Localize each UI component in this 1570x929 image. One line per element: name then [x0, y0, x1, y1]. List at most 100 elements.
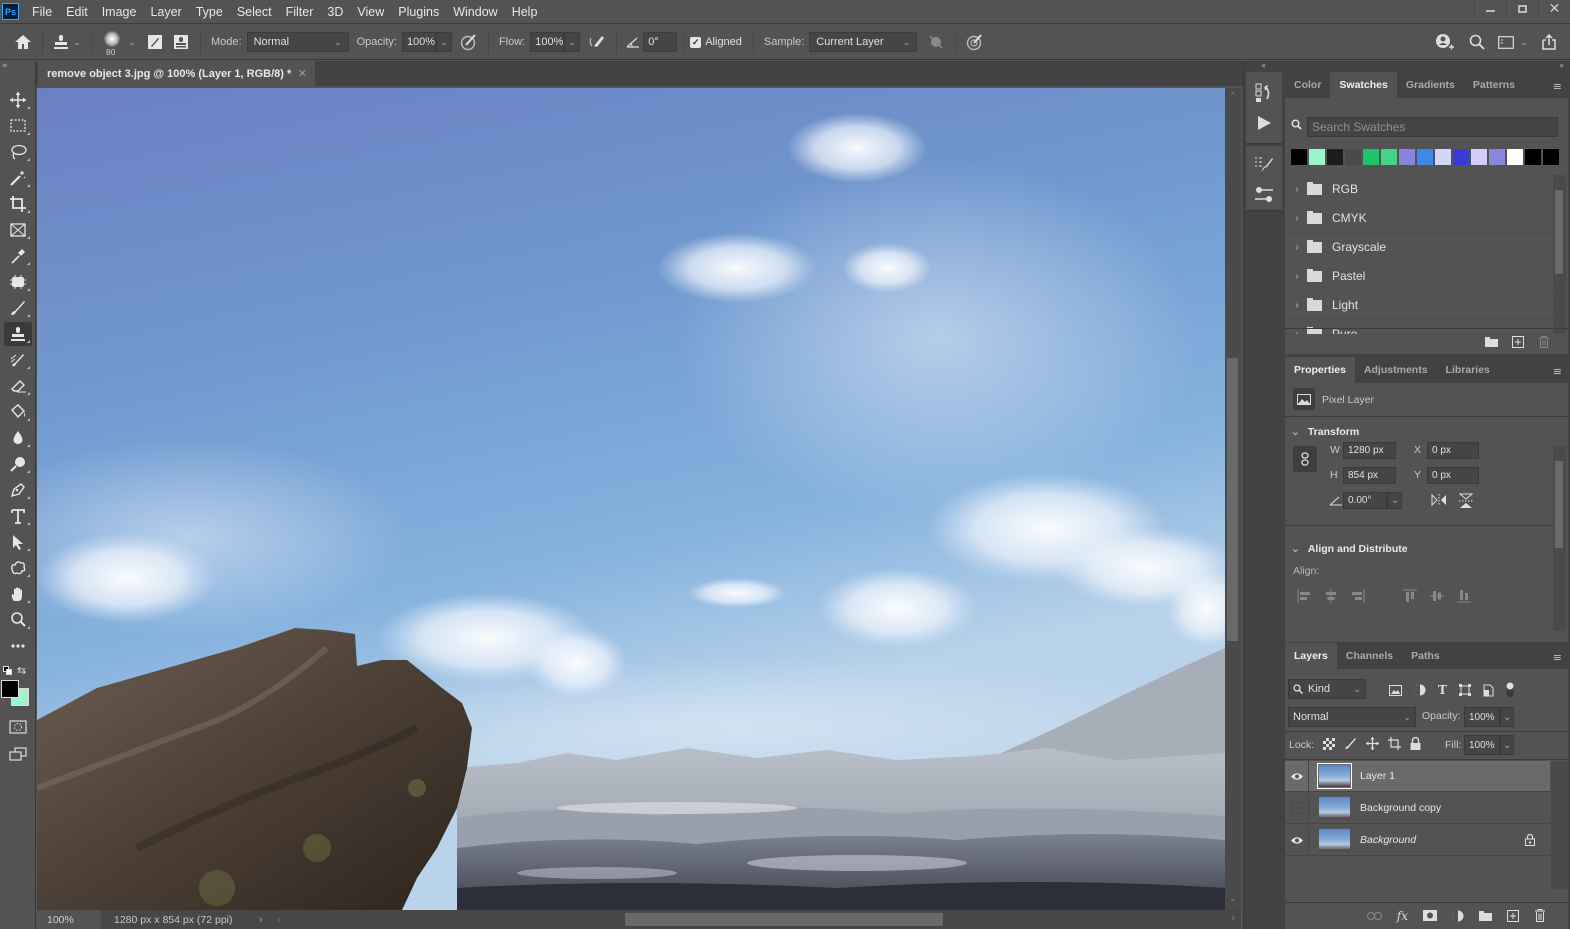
blend-mode-select[interactable]: Normal ⌄ [1288, 707, 1416, 727]
type-tool[interactable] [4, 504, 32, 528]
vertical-scrollbar[interactable]: ⌃ ⌄ [1225, 88, 1241, 910]
height-input[interactable]: 854 px [1343, 467, 1396, 484]
menu-plugins[interactable]: Plugins [391, 0, 446, 24]
quick-mask-button[interactable] [4, 715, 32, 739]
history-panel-button[interactable] [1246, 78, 1282, 108]
color-swatch[interactable] [1525, 149, 1541, 165]
lock-position-button[interactable] [1366, 737, 1379, 750]
filter-smart-objects-button[interactable] [1483, 684, 1494, 697]
clone-stamp-tool[interactable] [4, 322, 32, 346]
layer-row[interactable]: Background copy [1285, 792, 1550, 824]
screen-mode-button[interactable] [4, 742, 32, 766]
filter-toggle-switch[interactable] [1506, 682, 1514, 698]
dodge-tool[interactable] [4, 452, 32, 476]
path-selection-tool[interactable] [4, 530, 32, 554]
brush-tool[interactable] [4, 296, 32, 320]
angle-input[interactable]: 0° [643, 32, 678, 52]
mode-select[interactable]: Normal ⌄ [246, 32, 349, 52]
workspace-button[interactable]: ⌄ [1496, 29, 1530, 55]
share-user-button[interactable] [1432, 29, 1458, 55]
crop-tool[interactable] [4, 192, 32, 216]
new-layer-button[interactable] [1507, 909, 1519, 922]
swap-colors-icon[interactable]: ⇆ [17, 664, 26, 677]
collapse-toolbar-icon[interactable]: » [2, 61, 8, 71]
panel-menu-icon[interactable]: ≡ [1553, 651, 1562, 664]
color-swatch[interactable] [1363, 149, 1379, 165]
add-mask-button[interactable] [1423, 910, 1437, 921]
color-swatch[interactable] [1435, 149, 1451, 165]
align-section-header[interactable]: ⌄ Align and Distribute [1291, 543, 1408, 555]
align-vertical-centers-button[interactable] [1430, 589, 1444, 603]
actions-panel-button[interactable] [1246, 108, 1282, 138]
align-top-edges-button[interactable] [1403, 589, 1417, 603]
document-canvas[interactable] [37, 88, 1225, 910]
align-horizontal-centers-button[interactable] [1324, 589, 1338, 603]
frame-tool[interactable] [4, 218, 32, 242]
lock-transparent-pixels-button[interactable] [1323, 737, 1335, 750]
flip-vertical-button[interactable] [1459, 493, 1473, 509]
minimize-button[interactable] [1474, 0, 1506, 18]
swatch-group[interactable]: › RGB [1287, 175, 1553, 204]
lock-artboard-button[interactable] [1388, 737, 1401, 750]
y-input[interactable]: 0 px [1427, 467, 1479, 484]
new-adjustment-layer-button[interactable] [1452, 910, 1464, 922]
lasso-tool[interactable] [4, 140, 32, 164]
toggle-clone-source-button[interactable] [168, 29, 194, 55]
close-document-icon[interactable]: ✕ [298, 67, 307, 80]
add-layer-style-button[interactable]: fx [1397, 909, 1408, 923]
visibility-toggle[interactable] [1285, 824, 1309, 856]
color-swatch[interactable] [1309, 149, 1325, 165]
color-swatch[interactable] [1507, 149, 1523, 165]
collapse-dock-icon[interactable]: « [1244, 61, 1283, 71]
rectangular-marquee-tool[interactable] [4, 114, 32, 138]
scroll-up-icon[interactable]: ⌃ [1229, 92, 1237, 102]
lock-all-button[interactable] [1410, 737, 1421, 750]
menu-file[interactable]: File [25, 0, 59, 24]
link-layers-button[interactable] [1366, 911, 1382, 920]
layer-opacity-dropdown[interactable]: ⌄ [1500, 707, 1514, 727]
foreground-color-swatch[interactable] [1, 680, 19, 698]
move-tool[interactable] [4, 88, 32, 112]
properties-scrollbar[interactable] [1553, 446, 1566, 631]
menu-3d[interactable]: 3D [320, 0, 350, 24]
flow-input[interactable]: 100% [530, 32, 565, 52]
spot-healing-tool[interactable] [4, 270, 32, 294]
scroll-down-icon[interactable]: ⌄ [1229, 894, 1237, 904]
delete-swatch-button[interactable] [1538, 335, 1550, 348]
menu-select[interactable]: Select [230, 0, 279, 24]
pressure-size-button[interactable] [962, 29, 988, 55]
home-button[interactable] [10, 29, 36, 55]
align-left-edges-button[interactable] [1297, 589, 1311, 603]
visibility-toggle[interactable] [1285, 792, 1309, 824]
scroll-left-icon[interactable]: ‹ [277, 914, 281, 926]
close-window-button[interactable]: ✕ [1538, 0, 1570, 18]
horizontal-scrollbar[interactable]: › [325, 910, 1241, 929]
scroll-right-icon[interactable]: › [1231, 912, 1235, 924]
sample-select[interactable]: Current Layer ⌄ [809, 32, 918, 52]
opacity-input[interactable]: 100% [401, 32, 436, 52]
menu-window[interactable]: Window [446, 0, 504, 24]
tool-preset-picker[interactable]: ⌄ [49, 29, 85, 55]
hand-tool[interactable] [4, 582, 32, 606]
search-button[interactable] [1464, 29, 1490, 55]
filter-shape-layers-button[interactable] [1458, 684, 1471, 696]
filter-adjustment-layers-button[interactable] [1414, 684, 1426, 696]
tab-properties[interactable]: Properties [1285, 357, 1355, 383]
tab-layers[interactable]: Layers [1285, 643, 1337, 669]
paint-bucket-tool[interactable] [4, 400, 32, 424]
layers-scrollbar[interactable] [1551, 761, 1568, 889]
color-swatch[interactable] [1291, 149, 1307, 165]
menu-view[interactable]: View [350, 0, 391, 24]
tab-adjustments[interactable]: Adjustments [1355, 357, 1437, 383]
tab-libraries[interactable]: Libraries [1437, 357, 1499, 383]
default-colors-icon[interactable] [3, 666, 13, 676]
menu-help[interactable]: Help [505, 0, 545, 24]
tab-patterns[interactable]: Patterns [1464, 72, 1524, 98]
flow-dropdown[interactable]: ⌄ [564, 32, 581, 52]
more-tools[interactable] [4, 634, 32, 658]
swatch-group[interactable]: › Light [1287, 291, 1553, 320]
tab-paths[interactable]: Paths [1402, 643, 1449, 669]
layer-row[interactable]: Background [1285, 824, 1550, 856]
eyedropper-tool[interactable] [4, 244, 32, 268]
swatch-group[interactable]: › CMYK [1287, 204, 1553, 233]
